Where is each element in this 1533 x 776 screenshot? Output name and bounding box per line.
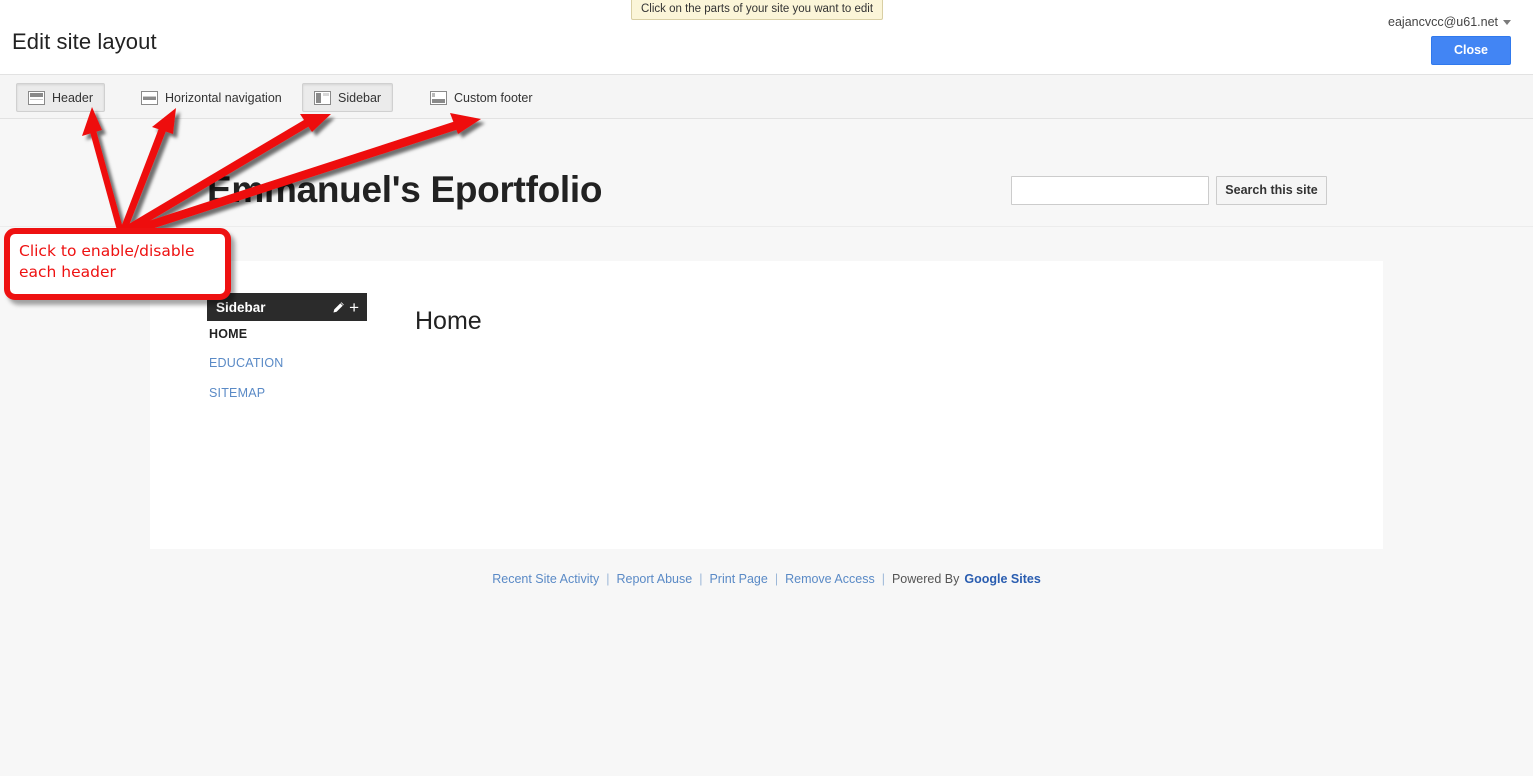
toolbar-button-header-label: Header	[52, 90, 93, 105]
chevron-down-icon	[1503, 20, 1511, 26]
screen: Edit site layout eajancvcc@u61.net Close…	[0, 0, 1533, 776]
footer-link-print-page[interactable]: Print Page	[709, 572, 767, 586]
layout-header-icon	[28, 90, 45, 105]
toolbar-button-custom-footer[interactable]: Custom footer	[418, 83, 545, 112]
search-button[interactable]: Search this site	[1216, 176, 1327, 205]
toolbar-button-custom-footer-label: Custom footer	[454, 90, 533, 105]
footer-brand-google-sites[interactable]: Google Sites	[964, 572, 1040, 586]
footer-separator: |	[774, 572, 779, 586]
sidebar-link-home[interactable]: HOME	[209, 327, 247, 341]
site-footer: Recent Site Activity | Report Abuse | Print …	[0, 572, 1533, 586]
sidebar-link-education[interactable]: EDUCATION	[209, 356, 284, 370]
edit-hint-tooltip: Click on the parts of your site you want…	[631, 0, 884, 20]
pencil-icon[interactable]	[332, 301, 345, 314]
toolbar-button-sidebar-label: Sidebar	[338, 90, 382, 105]
toolbar-button-horizontal-navigation[interactable]: Horizontal navigation	[129, 83, 294, 112]
footer-separator: |	[699, 572, 703, 586]
site-title: Emmanuel's Eportfolio	[207, 169, 603, 210]
content-page-title: Home	[415, 307, 482, 335]
footer-separator: |	[606, 572, 610, 586]
toolbar-button-header[interactable]: Header	[16, 83, 105, 112]
account-email: eajancvcc@u61.net	[1388, 15, 1498, 29]
layout-horizontal-nav-icon	[141, 90, 158, 105]
sidebar-header[interactable]: Sidebar +	[207, 293, 367, 321]
toolbar-button-horizontal-navigation-label: Horizontal navigation	[165, 90, 282, 105]
search-input[interactable]	[1011, 176, 1209, 205]
account-menu[interactable]: eajancvcc@u61.net	[1388, 15, 1511, 29]
layout-toolbar: Header Horizontal navigation Sidebar Cus…	[0, 74, 1533, 184]
footer-link-remove-access[interactable]: Remove Access	[785, 572, 875, 586]
close-button[interactable]: Close	[1431, 36, 1511, 65]
toolbar-button-sidebar[interactable]: Sidebar	[302, 83, 394, 112]
sidebar-header-actions: +	[332, 299, 359, 316]
sidebar-header-label: Sidebar	[216, 299, 266, 315]
layout-sidebar-icon	[314, 90, 331, 105]
page-title: Edit site layout	[12, 29, 157, 54]
footer-link-report-abuse[interactable]: Report Abuse	[616, 572, 692, 586]
footer-link-recent-site-activity[interactable]: Recent Site Activity	[492, 572, 599, 586]
annotation-callout-text: Click to enable/disable each header	[19, 242, 195, 281]
layout-footer-icon	[430, 90, 447, 105]
footer-separator: |	[881, 572, 885, 586]
footer-powered-by: Powered By	[891, 572, 960, 586]
sidebar-link-sitemap[interactable]: SITEMAP	[209, 386, 265, 400]
plus-icon[interactable]: +	[349, 299, 359, 316]
header-divider	[0, 226, 1533, 227]
